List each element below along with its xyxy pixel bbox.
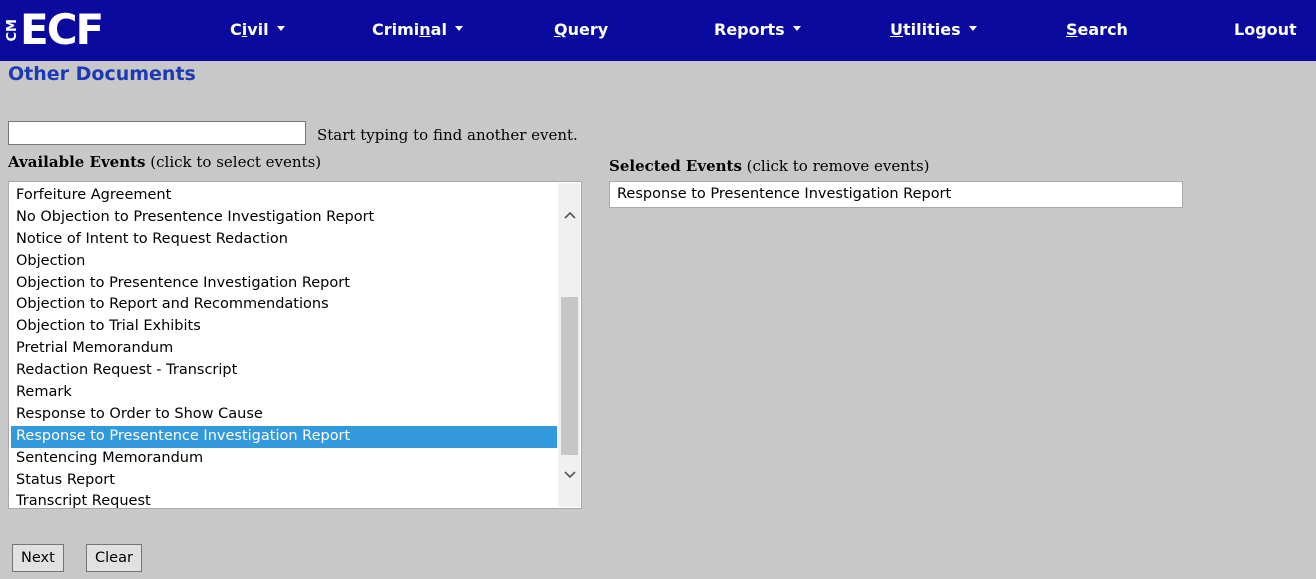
chevron-down-icon bbox=[968, 26, 977, 31]
nav-menu-civil[interactable]: Civil bbox=[230, 20, 285, 39]
available-event-item[interactable]: Objection to Presentence Investigation R… bbox=[11, 273, 557, 295]
chevron-down-icon bbox=[454, 26, 463, 31]
available-events-items: Forfeiture Agreement No Objection to Pres… bbox=[11, 185, 557, 513]
scroll-down-icon[interactable] bbox=[561, 467, 578, 484]
chevron-down-icon bbox=[276, 26, 285, 31]
available-event-item[interactable]: Status Report bbox=[11, 470, 557, 492]
available-event-item[interactable]: Response to Order to Show Cause bbox=[11, 404, 557, 426]
available-event-item[interactable]: Forfeiture Agreement bbox=[11, 185, 557, 207]
available-event-item[interactable]: Sentencing Memorandum bbox=[11, 448, 557, 470]
selected-event-item[interactable]: Response to Presentence Investigation Re… bbox=[613, 185, 951, 204]
available-event-item[interactable]: Objection to Trial Exhibits bbox=[11, 316, 557, 338]
available-event-item[interactable]: Transcript Request bbox=[11, 491, 557, 513]
selected-events-label: Selected Events (click to remove events) bbox=[609, 157, 930, 175]
next-button[interactable]: Next bbox=[12, 544, 64, 572]
chevron-down-icon bbox=[792, 26, 801, 31]
scrollbar-thumb[interactable] bbox=[561, 297, 578, 455]
nav-menu-reports[interactable]: Reports bbox=[714, 20, 801, 39]
nav-link-search[interactable]: Search bbox=[1066, 20, 1128, 39]
available-event-item[interactable]: Remark bbox=[11, 382, 557, 404]
nav-menu-utilities[interactable]: Utilities bbox=[890, 20, 977, 39]
available-event-item[interactable]: Objection to Report and Recommendations bbox=[11, 294, 557, 316]
available-event-item[interactable]: Redaction Request - Transcript bbox=[11, 360, 557, 382]
nav-link-logout[interactable]: Logout bbox=[1234, 20, 1297, 39]
cmecf-logo[interactable]: CM ECF bbox=[5, 4, 104, 56]
logo-prefix: CM bbox=[5, 18, 20, 42]
available-event-item[interactable]: Response to Presentence Investigation Re… bbox=[11, 425, 557, 448]
scroll-up-icon[interactable] bbox=[561, 207, 578, 224]
available-event-item[interactable]: Objection bbox=[11, 251, 557, 273]
page-title: Other Documents bbox=[8, 63, 196, 85]
logo-text: ECF bbox=[20, 5, 104, 54]
available-event-item[interactable]: No Objection to Presentence Investigatio… bbox=[11, 207, 557, 229]
event-search-hint: Start typing to find another event. bbox=[317, 126, 578, 144]
nav-link-query[interactable]: Query bbox=[554, 20, 608, 39]
event-search-input[interactable] bbox=[8, 121, 306, 145]
selected-events-list[interactable]: Response to Presentence Investigation Re… bbox=[609, 181, 1183, 208]
available-events-label: Available Events (click to select events… bbox=[8, 153, 322, 171]
top-nav-bar: CM ECF Civil Criminal Query Reports Util… bbox=[0, 0, 1316, 61]
available-event-item[interactable]: Notice of Intent to Request Redaction bbox=[11, 229, 557, 251]
available-events-scrollbar[interactable] bbox=[558, 183, 580, 507]
available-event-item[interactable]: Pretrial Memorandum bbox=[11, 338, 557, 360]
available-events-list[interactable]: Forfeiture Agreement No Objection to Pres… bbox=[8, 181, 582, 509]
clear-button[interactable]: Clear bbox=[86, 544, 142, 572]
nav-menu-criminal[interactable]: Criminal bbox=[372, 20, 463, 39]
